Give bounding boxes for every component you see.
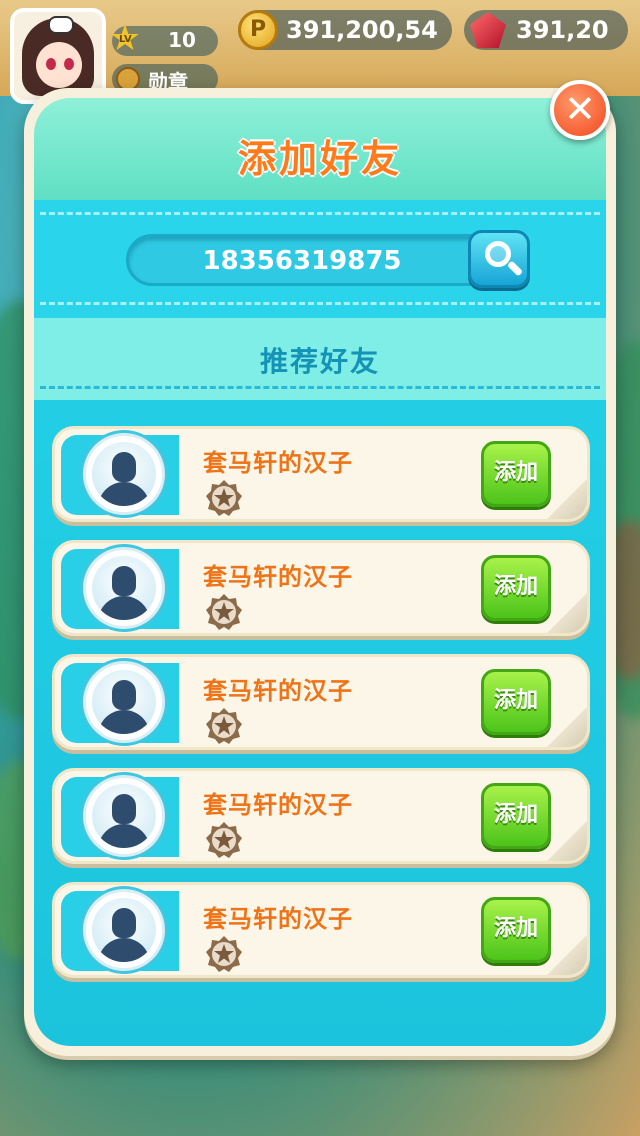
divider	[40, 386, 600, 389]
divider	[40, 302, 600, 305]
page-curl	[545, 591, 587, 633]
default-avatar-icon	[83, 661, 165, 743]
coin-counter[interactable]: P 391,200,54	[238, 10, 452, 50]
search-icon	[485, 241, 511, 267]
add-friend-button[interactable]: 添加	[481, 441, 551, 507]
friend-name: 套马轩的汉子	[203, 563, 353, 591]
recommend-label: 推荐好友	[259, 345, 380, 378]
search-section	[34, 200, 606, 318]
gem-value: 391,20	[516, 16, 609, 44]
friend-card: 套马轩的汉子 添加	[52, 540, 590, 636]
add-friend-button[interactable]: 添加	[481, 669, 551, 735]
gem-counter[interactable]: 391,20	[464, 10, 628, 50]
rank-badge-icon	[206, 708, 242, 744]
default-avatar-icon	[83, 775, 165, 857]
level-value: 10	[168, 28, 196, 52]
coin-value: 391,200,54	[286, 16, 438, 44]
gem-icon	[470, 12, 506, 48]
friend-name: 套马轩的汉子	[203, 449, 353, 477]
friend-name: 套马轩的汉子	[203, 791, 353, 819]
level-tag: LV	[119, 34, 132, 45]
default-avatar-icon	[83, 433, 165, 515]
close-button[interactable]: ✕	[550, 80, 610, 140]
add-friend-button[interactable]: 添加	[481, 783, 551, 849]
close-icon: ✕	[564, 87, 596, 131]
level-indicator: ★ LV 10	[109, 20, 218, 58]
rank-badge-icon	[206, 480, 242, 516]
search-box[interactable]	[126, 234, 526, 286]
dialog-body: 推荐好友 套马轩的汉子 添加	[34, 200, 606, 1046]
add-friend-button[interactable]: 添加	[481, 555, 551, 621]
friend-card: 套马轩的汉子 添加	[52, 768, 590, 864]
friend-list: 套马轩的汉子 添加 套马轩的汉子 添加 套马轩的汉子 添加 套马轩的汉子 添加 …	[52, 426, 592, 996]
default-avatar-icon	[83, 889, 165, 971]
friend-name: 套马轩的汉子	[203, 905, 353, 933]
page-curl	[545, 705, 587, 747]
search-button[interactable]	[468, 230, 530, 288]
search-input[interactable]	[137, 243, 467, 279]
dialog-header: 添加好友	[34, 98, 606, 200]
rank-badge-icon	[206, 936, 242, 972]
friend-card: 套马轩的汉子 添加	[52, 426, 590, 522]
default-avatar-icon	[83, 547, 165, 629]
add-friend-dialog: 添加好友 推荐好友 套马轩的汉子	[24, 88, 616, 1056]
friend-card: 套马轩的汉子 添加	[52, 882, 590, 978]
page-curl	[545, 933, 587, 975]
page-curl	[545, 819, 587, 861]
rank-badge-icon	[206, 594, 242, 630]
rank-badge-icon	[206, 822, 242, 858]
friend-card: 套马轩的汉子 添加	[52, 654, 590, 750]
coin-icon: P	[238, 10, 278, 50]
add-friend-button[interactable]: 添加	[481, 897, 551, 963]
recommend-section: 推荐好友	[34, 318, 606, 400]
page-curl	[545, 477, 587, 519]
dialog-title: 添加好友	[237, 137, 402, 181]
divider	[40, 212, 600, 215]
friend-name: 套马轩的汉子	[203, 677, 353, 705]
